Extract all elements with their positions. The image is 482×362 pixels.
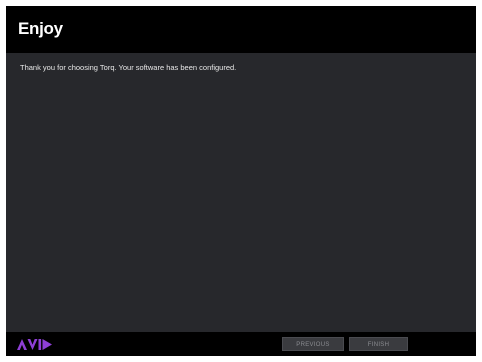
header-bar: Enjoy: [6, 6, 476, 53]
previous-button[interactable]: PREVIOUS: [282, 337, 344, 351]
installer-window: Enjoy Thank you for choosing Torq. Your …: [6, 6, 476, 356]
confirmation-message: Thank you for choosing Torq. Your softwa…: [20, 63, 237, 72]
page-title: Enjoy: [18, 19, 63, 38]
footer-bar: PREVIOUS FINISH: [6, 332, 476, 356]
avid-logo-icon: [17, 339, 52, 350]
finish-button[interactable]: FINISH: [349, 337, 408, 351]
